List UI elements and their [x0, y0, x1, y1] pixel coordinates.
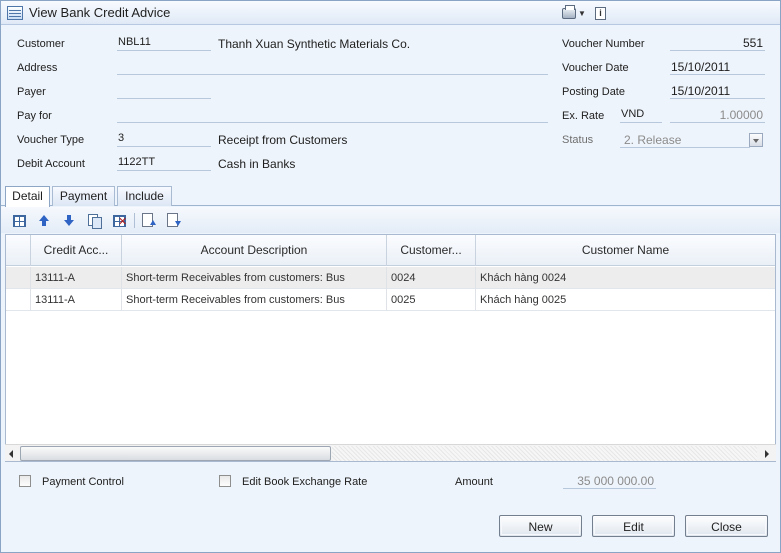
edit-book-exchange-rate-label: Edit Book Exchange Rate: [242, 476, 368, 488]
credit-account-cell[interactable]: 13111-A: [31, 289, 122, 311]
pay-for-label: Pay for: [17, 110, 52, 122]
edit-button[interactable]: Edit: [592, 515, 675, 537]
copy-row-icon[interactable]: [86, 212, 102, 229]
bank-credit-advice-window: View Bank Credit Advice ▼ i Customer NBL…: [0, 0, 781, 553]
window-title: View Bank Credit Advice: [29, 5, 171, 20]
voucher-type-field[interactable]: 3: [117, 132, 211, 147]
page-down-icon[interactable]: [165, 212, 181, 228]
row-selector[interactable]: [6, 267, 31, 289]
debit-account-field[interactable]: 1122TT: [117, 156, 211, 171]
column-header-customer-code[interactable]: Customer...: [387, 235, 476, 266]
row-selector[interactable]: [6, 289, 31, 311]
account-description-cell[interactable]: Short-term Receivables from customers: B…: [122, 289, 387, 311]
detail-grid: Credit Acc... Account Description Custom…: [5, 234, 776, 462]
footer-panel: Payment Control Edit Book Exchange Rate …: [1, 463, 780, 552]
debit-account-label: Debit Account: [17, 158, 85, 170]
move-up-icon[interactable]: [36, 212, 52, 228]
customer-name-cell[interactable]: Khách hàng 0025: [476, 289, 775, 311]
voucher-type-name: Receipt from Customers: [218, 133, 348, 147]
customer-label: Customer: [17, 38, 65, 50]
edit-book-exchange-rate-checkbox[interactable]: [219, 475, 231, 487]
status-dropdown-button[interactable]: [749, 133, 763, 147]
voucher-type-label: Voucher Type: [17, 134, 85, 146]
payment-control-checkbox[interactable]: [19, 475, 31, 487]
customer-code-cell[interactable]: 0025: [387, 289, 476, 311]
close-button[interactable]: Close: [685, 515, 768, 537]
toolbar-divider: [134, 213, 135, 228]
customer-name-text: Thanh Xuan Synthetic Materials Co.: [218, 37, 411, 51]
customer-code-field[interactable]: NBL11: [117, 36, 211, 51]
account-description-cell[interactable]: Short-term Receivables from customers: B…: [122, 267, 387, 289]
address-field[interactable]: [117, 60, 548, 75]
printer-icon: [562, 4, 576, 19]
scroll-right-icon[interactable]: [760, 446, 774, 461]
table-row[interactable]: 13111-A Short-term Receivables from cust…: [6, 289, 775, 311]
column-header-customer-name[interactable]: Customer Name: [476, 235, 775, 266]
payer-field[interactable]: [117, 84, 211, 99]
scrollbar-track[interactable]: [332, 446, 757, 461]
tab-detail[interactable]: Detail: [5, 186, 50, 207]
address-label: Address: [17, 62, 58, 74]
print-button[interactable]: ▼: [562, 4, 586, 21]
customer-name-cell[interactable]: Khách hàng 0024: [476, 267, 775, 289]
voucher-date-label: Voucher Date: [562, 62, 629, 74]
debit-account-name: Cash in Banks: [218, 157, 296, 171]
status-label: Status: [562, 134, 594, 146]
column-header-credit-account[interactable]: Credit Acc...: [31, 235, 122, 266]
chevron-down-icon: ▼: [578, 8, 586, 18]
detail-toolbar: [1, 207, 780, 233]
insert-row-icon[interactable]: [13, 215, 26, 227]
scroll-left-icon[interactable]: [5, 446, 19, 461]
ex-rate-label: Ex. Rate: [562, 110, 605, 122]
info-icon: i: [595, 6, 606, 20]
ex-rate-field[interactable]: 1.00000: [670, 108, 765, 123]
voucher-number-label: Voucher Number: [562, 38, 645, 50]
delete-row-icon[interactable]: [113, 215, 127, 228]
voucher-date-field[interactable]: 15/10/2011: [670, 60, 765, 75]
grid-header: Credit Acc... Account Description Custom…: [6, 235, 775, 266]
voucher-header-form: Customer NBL11 Thanh Xuan Synthetic Mate…: [1, 26, 780, 184]
tab-strip: Detail Payment Include: [1, 184, 780, 207]
credit-account-cell[interactable]: 13111-A: [31, 267, 122, 289]
page-up-icon[interactable]: [140, 212, 156, 228]
voucher-icon: [7, 6, 23, 20]
currency-field[interactable]: VND: [620, 108, 662, 123]
table-row[interactable]: 13111-A Short-term Receivables from cust…: [6, 267, 775, 289]
column-header-account-description[interactable]: Account Description: [122, 235, 387, 266]
row-selector-header: [6, 235, 31, 266]
amount-field: 35 000 000.00: [563, 474, 656, 489]
status-select[interactable]: 2. Release: [620, 133, 750, 148]
title-bar: View Bank Credit Advice ▼ i: [1, 1, 780, 25]
tab-include[interactable]: Include: [117, 186, 172, 206]
move-down-icon[interactable]: [61, 212, 77, 228]
amount-label: Amount: [455, 476, 493, 488]
scrollbar-thumb[interactable]: [20, 446, 331, 461]
payer-label: Payer: [17, 86, 46, 98]
info-button[interactable]: i: [595, 5, 606, 21]
pay-for-field[interactable]: [117, 108, 548, 123]
posting-date-label: Posting Date: [562, 86, 625, 98]
tab-payment[interactable]: Payment: [52, 186, 115, 206]
posting-date-field[interactable]: 15/10/2011: [670, 84, 765, 99]
new-button[interactable]: New: [499, 515, 582, 537]
payment-control-label: Payment Control: [42, 476, 124, 488]
customer-code-cell[interactable]: 0024: [387, 267, 476, 289]
grid-horizontal-scrollbar[interactable]: [5, 444, 776, 461]
voucher-number-field[interactable]: 551: [670, 36, 765, 51]
